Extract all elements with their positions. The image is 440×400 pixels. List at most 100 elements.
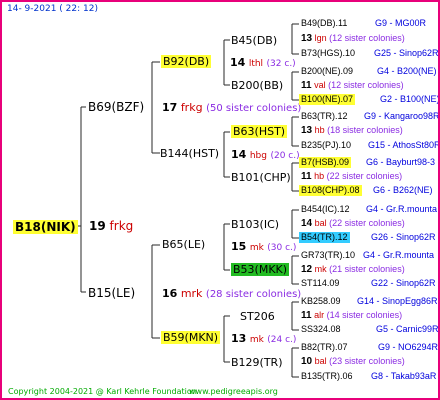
gen4-top-lineage-1: G9 - MG00R (375, 18, 427, 28)
gen2-count-2: 14 (231, 148, 247, 161)
footer-copyright: Copyright 2004-2021 @ Karl Kehrle Founda… (8, 387, 197, 396)
gen3-name-4[interactable]: B101(CHP) (231, 172, 291, 183)
gen4-bot-8[interactable]: B135(TR).06 (301, 372, 353, 381)
gen4-top-7[interactable]: KB258.09 (301, 297, 341, 306)
gen2-tag-4: mk (249, 335, 264, 345)
gen4-sisters-8: (23 sister colonies) (329, 356, 405, 366)
gen3-name-2[interactable]: B200(BB) (231, 80, 283, 91)
gen2-count-4: 13 (231, 332, 247, 345)
gen4-count-5: 14 (301, 218, 313, 229)
gen4-bot-1[interactable]: B73(HGS).10 (301, 49, 355, 58)
queen-tag: frkg (109, 219, 134, 233)
gen4-bot-4[interactable]: B108(CHP).08 (299, 185, 362, 196)
report-date: 14- 9-2021 ( 22: 12) (7, 4, 98, 14)
dam-count: 16 (162, 287, 178, 300)
dam-name[interactable]: B15(LE) (88, 287, 135, 299)
footer-site-link[interactable]: www.pedigreeapis.org (189, 388, 278, 396)
gen4-bot-7[interactable]: SS324.08 (301, 325, 341, 334)
gen2-sisters-2: (20 c.) (270, 151, 300, 161)
gen2-name-2[interactable]: B144(HST) (160, 148, 219, 159)
gen4-count-1: 13 (301, 33, 313, 44)
sire-name[interactable]: B69(BZF) (88, 101, 144, 113)
gen4-bot-3[interactable]: B235(PJ).10 (301, 141, 351, 150)
gen4-tag-3: hb (314, 125, 325, 135)
gen4-bot-lineage-7: G5 - Carnic99R (376, 324, 439, 334)
gen4-sisters-2: (12 sister colonies) (328, 80, 404, 90)
pedigree-frame: 14- 9-2021 ( 22: 12) B18(NIK) 19 frkg B6… (0, 0, 440, 400)
gen4-sisters-4: (22 sister colonies) (326, 171, 403, 181)
gen4-sisters-1: (12 sister colonies) (329, 33, 405, 43)
gen4-bot-lineage-1: G25 - Sinop62R (374, 48, 439, 58)
gen4-bot-lineage-2: G2 - B100(NE) (380, 94, 440, 104)
gen4-top-lineage-7: G14 - SinopEgg86R (357, 296, 438, 306)
gen4-count-4: 11 (301, 171, 312, 182)
gen2-tag-3: mk (249, 243, 264, 253)
gen2-name-4[interactable]: B59(MKN) (161, 331, 221, 344)
gen4-tag-4: hb (314, 171, 325, 181)
gen4-top-5[interactable]: B454(IC).12 (301, 205, 350, 214)
gen4-top-lineage-5: G4 - Gr.R.mounta (366, 204, 438, 214)
dam-sisters: (28 sister colonies) (205, 289, 302, 300)
gen4-count-line-8: 10 bal (23 sister colonies) (301, 357, 405, 367)
queen-name[interactable]: B18(NIK) (13, 220, 78, 234)
gen4-top-2[interactable]: B200(NE).09 (301, 67, 353, 76)
queen-count: 19 (89, 219, 106, 233)
gen4-tag-2: val (314, 80, 326, 90)
gen4-sisters-7: (14 sister colonies) (326, 310, 403, 320)
gen2-count-line-3: 15 mk (30 c.) (231, 241, 296, 253)
gen4-tag-7: alr (314, 310, 325, 320)
gen4-bot-lineage-5: G26 - Sinop62R (371, 232, 436, 242)
gen4-top-3[interactable]: B63(TR).12 (301, 112, 348, 121)
gen4-count-line-2: 11 val (12 sister colonies) (301, 81, 404, 91)
gen2-name-3[interactable]: B65(LE) (162, 239, 205, 250)
gen4-bot-lineage-6: G22 - Sinop62R (371, 278, 436, 288)
gen4-top-lineage-4: G6 - Bayburt98-3 (366, 157, 436, 167)
gen2-tag-2: hbg (249, 151, 267, 161)
gen3-name-1[interactable]: B45(DB) (231, 35, 277, 46)
gen2-sisters-3: (30 c.) (267, 243, 297, 253)
gen4-sisters-5: (22 sister colonies) (329, 218, 405, 228)
gen4-top-6[interactable]: GR73(TR).10 (301, 251, 355, 260)
gen4-count-3: 13 (301, 125, 313, 136)
gen3-name-5[interactable]: B103(IC) (231, 219, 279, 230)
gen4-tag-8: bal (314, 356, 327, 366)
gen4-sisters-6: (21 sister colonies) (329, 264, 405, 274)
gen4-bot-lineage-4: G6 - B262(NE) (373, 185, 433, 195)
gen4-top-4[interactable]: B7(HSB).09 (299, 157, 352, 168)
gen4-bot-6[interactable]: ST114.09 (301, 279, 339, 288)
sire-count: 17 (162, 101, 178, 114)
gen4-count-7: 11 (301, 310, 312, 321)
gen4-top-8[interactable]: B82(TR).07 (301, 343, 348, 352)
gen2-name-1[interactable]: B92(DB) (161, 55, 212, 68)
gen4-tag-1: lgn (314, 33, 327, 43)
gen4-top-lineage-8: G9 - NO6294R (378, 342, 439, 352)
gen4-top-lineage-6: G4 - Gr.R.mounta (363, 250, 435, 260)
gen2-count-line-4: 13 mk (24 c.) (231, 333, 296, 345)
gen4-count-line-5: 14 bal (22 sister colonies) (301, 219, 405, 229)
gen3-name-8[interactable]: B129(TR) (231, 357, 283, 368)
gen4-bot-lineage-3: G15 - AthosSt80R (368, 140, 440, 150)
gen4-bot-2[interactable]: B100(NE).07 (299, 94, 356, 105)
gen2-count-line-2: 14 hbg (20 c.) (231, 149, 300, 161)
gen3-name-3[interactable]: B63(HST) (231, 125, 288, 138)
gen4-top-1[interactable]: B49(DB).11 (301, 19, 347, 28)
gen4-bot-5[interactable]: B54(TR).12 (299, 232, 350, 243)
gen3-name-6[interactable]: B53(MKK) (231, 263, 290, 276)
gen4-count-2: 11 (301, 80, 312, 91)
gen4-top-lineage-2: G4 - B200(NE) (377, 66, 437, 76)
gen3-name-7[interactable]: ST206 (240, 311, 275, 322)
gen2-count-3: 15 (231, 240, 247, 253)
sire-tag: frkg (180, 101, 203, 114)
sire-sisters: (50 sister colonies) (206, 103, 302, 114)
gen4-tag-5: bal (314, 218, 327, 228)
gen4-count-8: 10 (301, 356, 313, 367)
sire-count-line: 17 frkg (50 sister colonies) (162, 102, 301, 114)
gen4-count-line-7: 11 alr (14 sister colonies) (301, 311, 402, 321)
gen2-count-line-1: 14 lthl (32 c.) (230, 57, 296, 69)
gen4-count-line-1: 13 lgn (12 sister colonies) (301, 34, 405, 44)
gen4-bot-lineage-8: G8 - Takab93aR (371, 371, 437, 381)
dam-count-line: 16 mrk (28 sister colonies) (162, 288, 301, 300)
gen4-top-lineage-3: G9 - Kangaroo98R (364, 111, 440, 121)
gen4-tag-6: mk (314, 264, 327, 274)
queen-count-line: 19 frkg (89, 220, 133, 232)
